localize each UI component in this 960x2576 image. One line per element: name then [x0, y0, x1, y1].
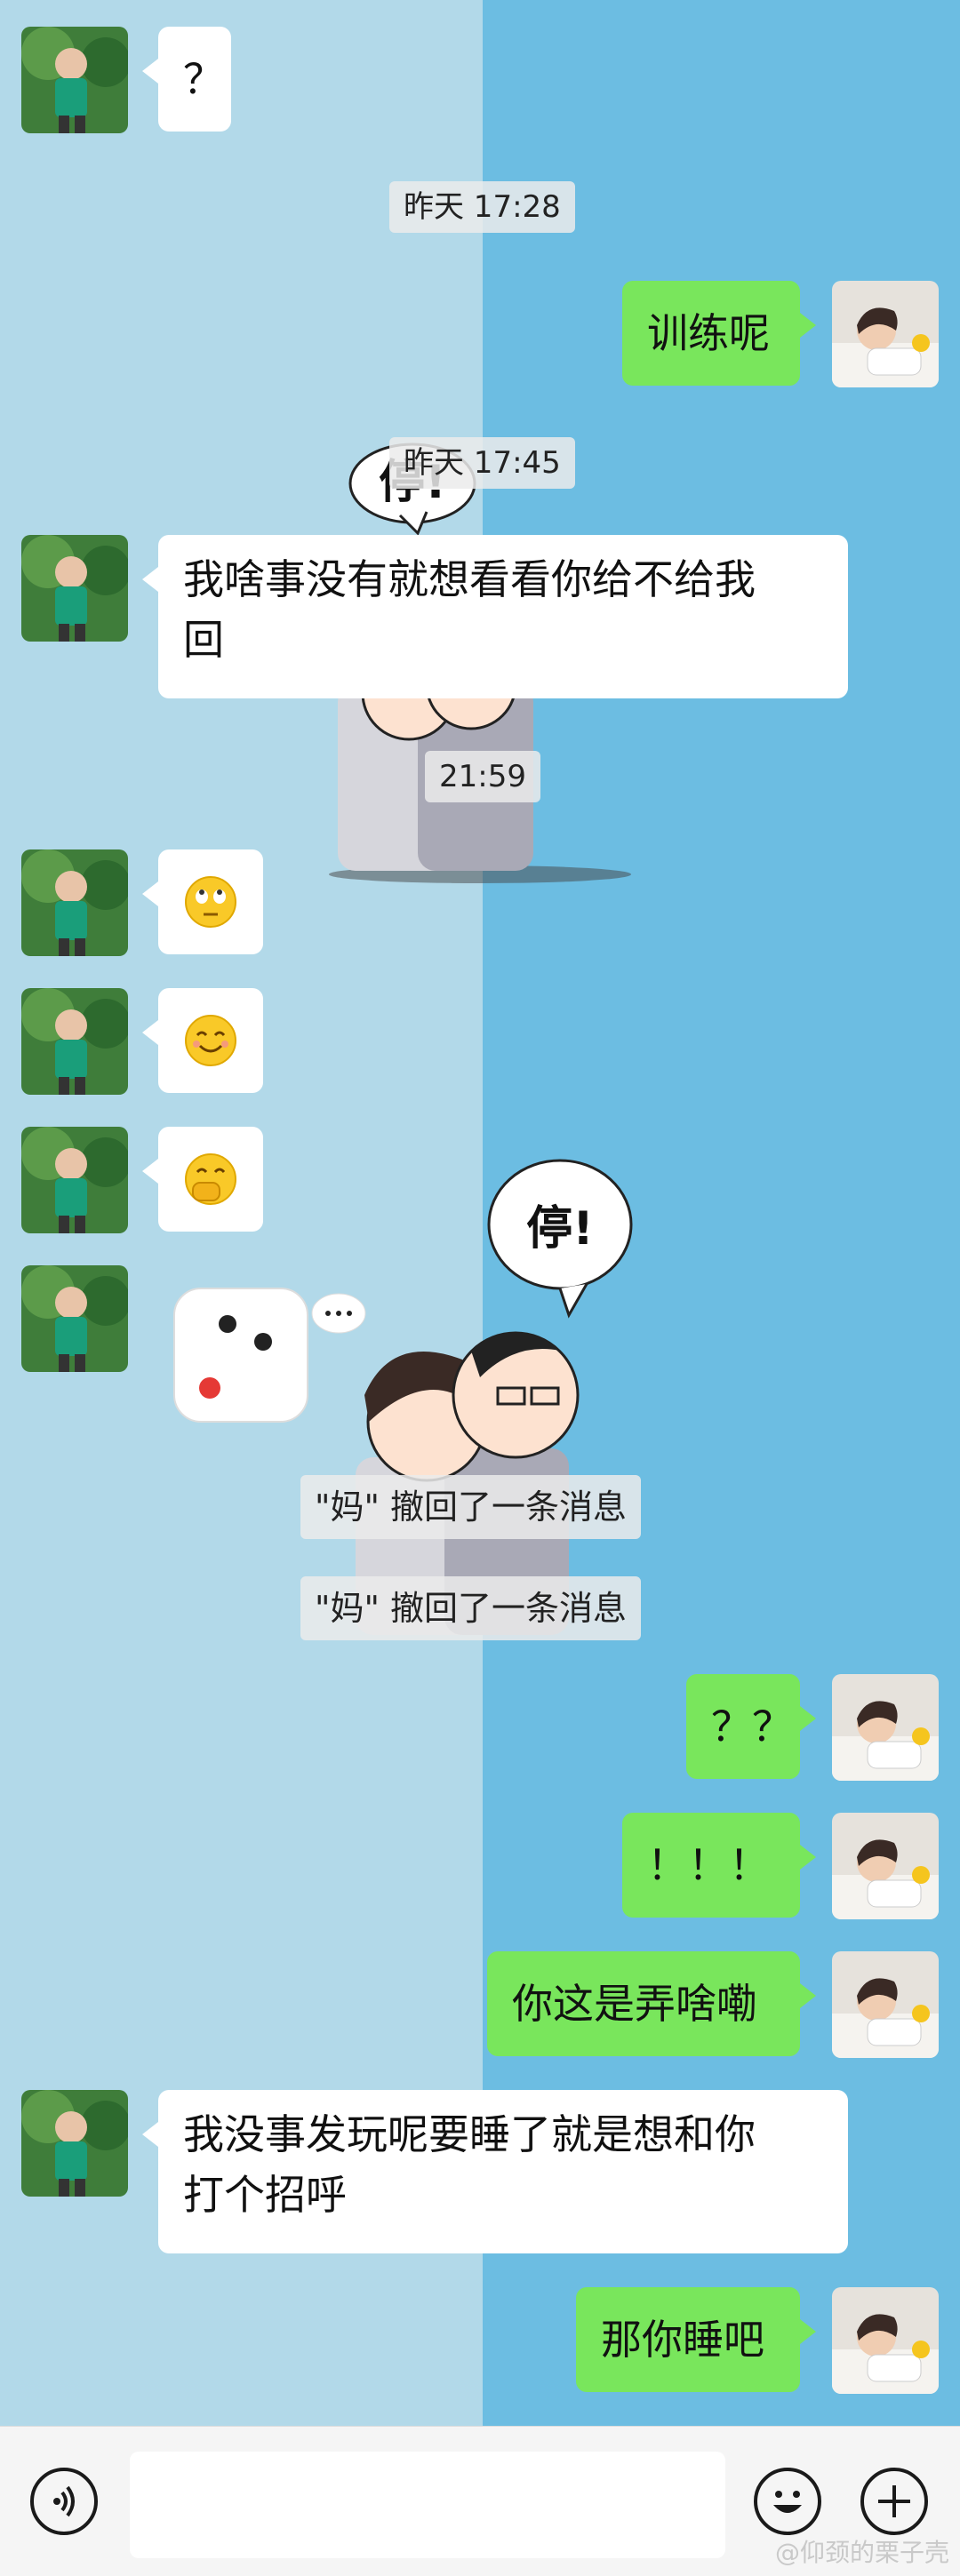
recall-notice: "妈" 撤回了一条消息: [300, 1475, 642, 1539]
emoji-icon[interactable]: [754, 2468, 821, 2535]
message-bubble-incoming[interactable]: [142, 1127, 263, 1232]
message-bubble-outgoing[interactable]: 训练呢: [622, 281, 816, 386]
message-line: 我没事发玩呢要睡了就是想和你: [183, 2110, 756, 2158]
message-line: 我啥事没有就想看看你给不给我: [183, 555, 756, 603]
contact-avatar[interactable]: [21, 2090, 128, 2197]
message-bubble-incoming[interactable]: 我没事发玩呢要睡了就是想和你 打个招呼: [142, 2090, 848, 2253]
my-avatar[interactable]: [832, 1951, 939, 2058]
message-bubble-outgoing[interactable]: 那你睡吧: [576, 2287, 816, 2392]
rolling-eyes-emoji-icon: [185, 876, 236, 928]
my-avatar[interactable]: [832, 1813, 939, 1919]
timestamp: 昨天 17:28: [389, 181, 575, 233]
timestamp: 21:59: [425, 751, 540, 802]
contact-avatar[interactable]: [21, 535, 128, 642]
recall-notice: "妈" 撤回了一条消息: [300, 1576, 642, 1640]
message-bubble-outgoing[interactable]: ？？: [686, 1674, 816, 1779]
contact-avatar[interactable]: [21, 849, 128, 956]
message-line: 回: [183, 616, 224, 664]
contact-avatar[interactable]: [21, 988, 128, 1095]
message-line: 打个招呼: [183, 2171, 347, 2219]
hand-over-mouth-emoji-icon: [185, 1153, 236, 1205]
my-avatar[interactable]: [832, 281, 939, 387]
my-avatar[interactable]: [832, 2287, 939, 2394]
message-bubble-incoming[interactable]: [142, 849, 263, 954]
voice-icon[interactable]: [30, 2468, 98, 2535]
message-bubble-incoming[interactable]: [142, 988, 263, 1093]
smile-emoji-icon: [185, 1015, 236, 1066]
contact-avatar[interactable]: [21, 27, 128, 133]
message-bubble-incoming[interactable]: ？: [142, 27, 231, 132]
input-bar: @仰颈的栗子壳: [0, 2426, 960, 2576]
my-avatar[interactable]: [832, 1674, 939, 1781]
message-input[interactable]: [130, 2452, 725, 2558]
plus-icon[interactable]: [860, 2468, 928, 2535]
watermark: @仰颈的栗子壳: [774, 2538, 949, 2567]
dice-sticker-icon[interactable]: [165, 1271, 370, 1431]
contact-avatar[interactable]: [21, 1265, 128, 1372]
sticker-stop-text-2: 停!: [526, 1202, 594, 1256]
message-bubble-incoming[interactable]: 我啥事没有就想看看你给不给我 回: [142, 535, 848, 698]
message-bubble-outgoing[interactable]: ！！！: [622, 1813, 816, 1918]
message-bubble-outgoing[interactable]: 你这是弄啥嘞: [487, 1951, 816, 2056]
timestamp: 昨天 17:45: [389, 437, 575, 489]
contact-avatar[interactable]: [21, 1127, 128, 1233]
